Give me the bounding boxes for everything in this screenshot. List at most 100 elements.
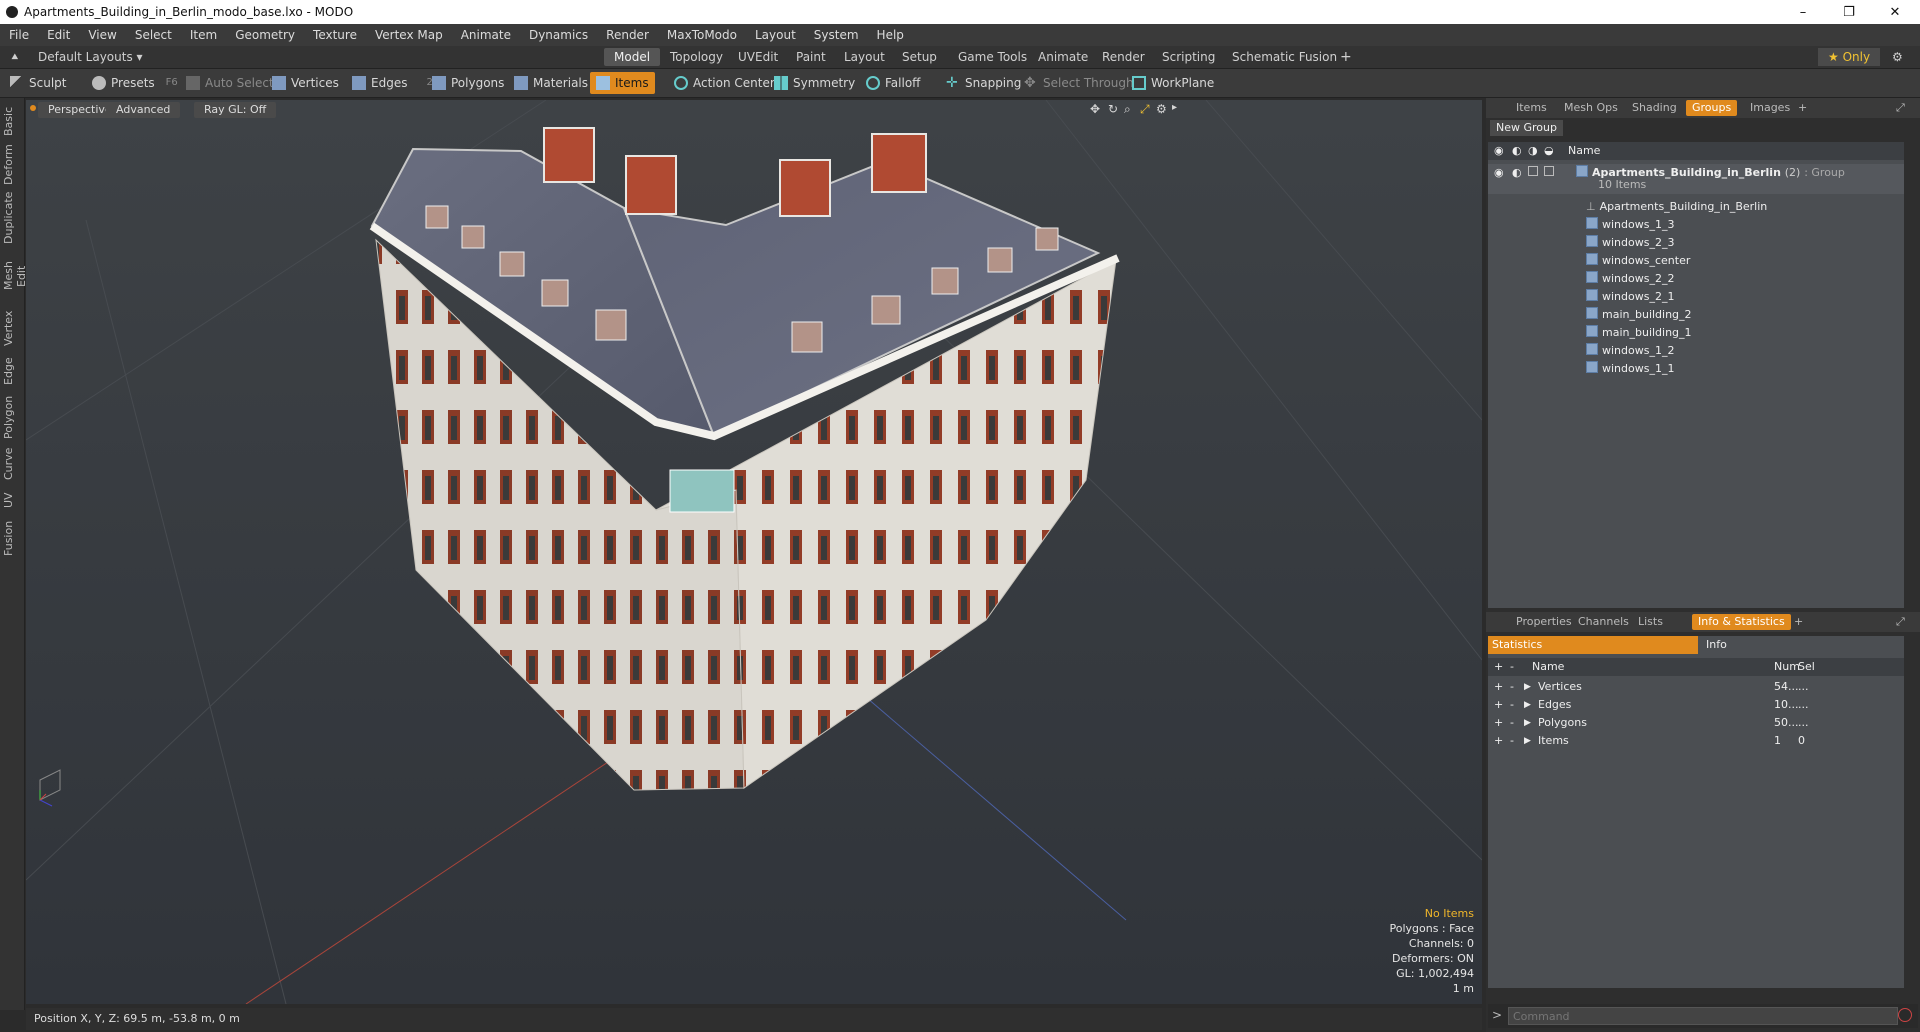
tab-setup[interactable]: Setup	[892, 48, 947, 66]
menu-dynamics[interactable]: Dynamics	[520, 28, 597, 42]
tab-images[interactable]: Images	[1744, 100, 1796, 116]
move-view-icon[interactable]: ✥	[1090, 102, 1100, 116]
tab-mesh-ops[interactable]: Mesh Ops	[1558, 100, 1624, 116]
tree-item[interactable]: windows_center	[1488, 252, 1904, 270]
symmetry-button[interactable]: Symmetry	[774, 72, 855, 94]
tab-shading[interactable]: Shading	[1626, 100, 1683, 116]
tab-topology[interactable]: Topology	[660, 48, 733, 66]
only-toggle[interactable]: ★ Only	[1818, 48, 1881, 66]
tree-item[interactable]: windows_1_3	[1488, 216, 1904, 234]
menu-vertex-map[interactable]: Vertex Map	[366, 28, 452, 42]
rotate-view-icon[interactable]: ↻	[1108, 102, 1118, 116]
select-through-button[interactable]: ✥ Select Through	[1024, 72, 1134, 94]
tab-polygon[interactable]: Polygon	[2, 394, 22, 440]
tree-item[interactable]: windows_1_1	[1488, 360, 1904, 378]
stats-row[interactable]: + - ▶ Items 1 0	[1488, 732, 1904, 750]
menu-geometry[interactable]: Geometry	[226, 28, 304, 42]
expand-all-icon[interactable]: +	[1494, 658, 1503, 676]
menu-texture[interactable]: Texture	[304, 28, 366, 42]
workplane-button[interactable]: WorkPlane	[1132, 72, 1214, 94]
expand-panel-icon[interactable]: ⤢	[1890, 100, 1911, 116]
expand-arrow-icon[interactable]: ▶	[1524, 732, 1531, 750]
add-bottom-tab-button[interactable]: +	[1788, 614, 1809, 630]
tree-item[interactable]: main_building_1	[1488, 324, 1904, 342]
tab-edge[interactable]: Edge	[2, 354, 22, 388]
auto-select-button[interactable]: Auto Select	[186, 72, 274, 94]
tree-item[interactable]: windows_2_2	[1488, 270, 1904, 288]
tab-mesh-edit[interactable]: Mesh Edit	[2, 250, 28, 302]
viewport-settings-icon[interactable]: ⚙	[1156, 102, 1167, 116]
tab-layout[interactable]: Layout	[834, 48, 895, 66]
view-style-dropdown[interactable]: Advanced	[106, 102, 181, 118]
viewport-options-icon[interactable]: ▸	[1172, 102, 1177, 113]
add-tab-button[interactable]: +	[1330, 48, 1362, 66]
lock-toggle[interactable]: ◐	[1512, 164, 1522, 182]
menu-item[interactable]: Item	[181, 28, 226, 42]
minimize-button[interactable]: –	[1780, 0, 1826, 24]
expand-arrow-icon[interactable]: ▶	[1524, 696, 1531, 714]
tab-paint[interactable]: Paint	[786, 48, 836, 66]
tab-fusion[interactable]: Fusion	[2, 518, 22, 558]
action-center-button[interactable]: Action Center	[674, 72, 775, 94]
zoom-view-icon[interactable]: ⌕	[1124, 102, 1131, 117]
tab-uv[interactable]: UV	[2, 488, 22, 512]
tree-item[interactable]: windows_2_1	[1488, 288, 1904, 306]
menu-file[interactable]: File	[0, 28, 38, 42]
gear-icon[interactable]: ⚙	[1888, 48, 1907, 66]
edges-button[interactable]: Edges 2	[352, 72, 433, 94]
tab-model[interactable]: Model	[604, 48, 661, 66]
menu-view[interactable]: View	[79, 28, 125, 42]
menu-edit[interactable]: Edit	[38, 28, 79, 42]
sel-column-header[interactable]: Sel	[1798, 658, 1815, 676]
new-group-button[interactable]: New Group	[1490, 120, 1563, 136]
tab-groups[interactable]: Groups	[1686, 100, 1738, 116]
name-column-header[interactable]: Name	[1568, 142, 1600, 160]
menu-maxtomodo[interactable]: MaxToModo	[658, 28, 746, 42]
menu-select[interactable]: Select	[126, 28, 181, 42]
group-row[interactable]: ◉ ◐ Apartments_Building_in_Berlin (2) : …	[1488, 164, 1904, 194]
tab-deform[interactable]: Deform	[2, 144, 22, 186]
menu-animate[interactable]: Animate	[452, 28, 520, 42]
tab-duplicate[interactable]: Duplicate	[2, 192, 22, 244]
expand-bottom-panel-icon[interactable]: ⤢	[1890, 614, 1911, 630]
raygl-toggle[interactable]: Ray GL: Off	[194, 102, 277, 118]
fit-view-icon[interactable]: ⤢	[1140, 102, 1150, 117]
tree-item[interactable]: windows_2_3	[1488, 234, 1904, 252]
polygons-button[interactable]: Polygons	[432, 72, 504, 94]
tab-items[interactable]: Items	[1510, 100, 1553, 116]
tree-item[interactable]: ⊥ Apartments_Building_in_Berlin	[1488, 198, 1904, 216]
command-input[interactable]	[1508, 1007, 1898, 1025]
tab-properties[interactable]: Properties	[1510, 614, 1578, 630]
snapping-button[interactable]: ✛ Snapping	[946, 72, 1021, 94]
3d-viewport[interactable]: Perspective Advanced Ray GL: Off ✥ ↻ ⌕ ⤢…	[26, 100, 1482, 1004]
tab-render[interactable]: Render	[1092, 48, 1155, 66]
command-history-icon[interactable]	[1898, 1008, 1912, 1022]
collapse-all-icon[interactable]: -	[1510, 658, 1514, 676]
num-column-header[interactable]: Num	[1774, 658, 1800, 676]
tab-vertex[interactable]: Vertex	[2, 308, 22, 348]
visibility-toggle[interactable]: ◉	[1494, 164, 1504, 182]
close-button[interactable]: ✕	[1872, 0, 1918, 24]
presets-button[interactable]: Presets F6	[92, 72, 178, 94]
sculpt-button[interactable]: Sculpt	[10, 72, 66, 94]
name-column-header[interactable]: Name	[1532, 658, 1564, 676]
tab-channels[interactable]: Channels	[1572, 614, 1635, 630]
tab-scripting[interactable]: Scripting	[1152, 48, 1225, 66]
select-toggle[interactable]	[1544, 166, 1554, 176]
tab-curve[interactable]: Curve	[2, 446, 22, 482]
expand-arrow-icon[interactable]: ▶	[1524, 714, 1531, 732]
expand-arrow-icon[interactable]: ▶	[1524, 678, 1531, 696]
stats-row[interactable]: + - ▶ Edges 10... ...	[1488, 696, 1904, 714]
layout-toggle-icon[interactable]: ⯅	[6, 48, 24, 66]
tab-animate[interactable]: Animate	[1028, 48, 1098, 66]
tab-schematic-fusion[interactable]: Schematic Fusion	[1222, 48, 1347, 66]
tab-basic[interactable]: Basic	[2, 104, 22, 138]
falloff-button[interactable]: Falloff	[866, 72, 920, 94]
tab-uvedit[interactable]: UVEdit	[728, 48, 788, 66]
tree-item[interactable]: main_building_2	[1488, 306, 1904, 324]
menu-render[interactable]: Render	[597, 28, 658, 42]
stats-row[interactable]: + - ▶ Vertices 54... ...	[1488, 678, 1904, 696]
render-toggle[interactable]	[1528, 166, 1538, 176]
subtab-info[interactable]: Info	[1702, 636, 1727, 654]
tree-item[interactable]: windows_1_2	[1488, 342, 1904, 360]
